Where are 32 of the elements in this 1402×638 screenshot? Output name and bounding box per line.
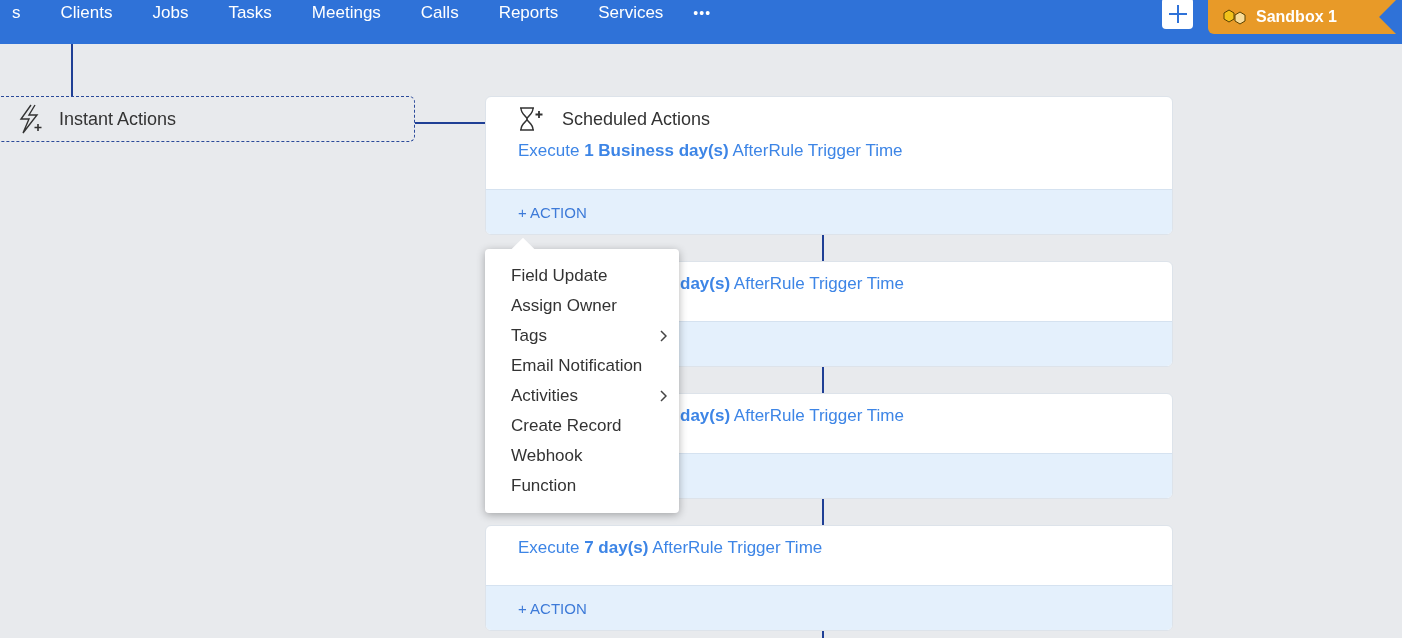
schedule-text: day(s) AfterRule Trigger Time (680, 274, 904, 294)
nav-tab[interactable]: Meetings (291, 3, 401, 23)
lightning-plus-icon (17, 104, 45, 134)
menu-item[interactable]: Tags (485, 321, 679, 351)
add-action-link[interactable]: + ACTION (518, 599, 587, 617)
menu-item[interactable]: Create Record (485, 411, 679, 441)
chevron-right-icon (659, 390, 667, 402)
menu-item[interactable]: Field Update (485, 261, 679, 291)
hourglass-plus-icon (518, 107, 544, 131)
menu-item[interactable]: Assign Owner (485, 291, 679, 321)
nav-tab[interactable]: Jobs (132, 3, 209, 23)
nav-tab[interactable]: Reports (478, 3, 579, 23)
nav-tab[interactable]: Tasks (208, 3, 292, 23)
menu-item[interactable]: Function (485, 471, 679, 501)
card-title: Scheduled Actions (562, 108, 711, 130)
schedule-text: day(s) AfterRule Trigger Time (680, 406, 904, 426)
instant-actions-node[interactable]: Instant Actions (0, 96, 415, 142)
schedule-text: Execute 1 Business day(s) AfterRule Trigger Time (518, 141, 903, 161)
chevron-right-icon (659, 330, 667, 342)
nav-tab[interactable]: s (0, 3, 41, 23)
nav-tab[interactable]: Services (578, 3, 684, 23)
add-action-link[interactable]: + ACTION (518, 203, 587, 221)
schedule-text: Execute 7 day(s) AfterRule Trigger Time (518, 538, 823, 558)
menu-item[interactable]: Webhook (485, 441, 679, 471)
menu-item[interactable]: Activities (485, 381, 679, 411)
more-tabs-button[interactable]: ••• (693, 5, 712, 21)
menu-item[interactable]: Email Notification (485, 351, 679, 381)
plus-icon (1167, 3, 1188, 24)
nav-tab[interactable]: Calls (400, 3, 479, 23)
nav-tab[interactable]: Clients (40, 3, 133, 23)
add-button[interactable] (1162, 0, 1193, 29)
cubes-icon (1222, 9, 1248, 25)
